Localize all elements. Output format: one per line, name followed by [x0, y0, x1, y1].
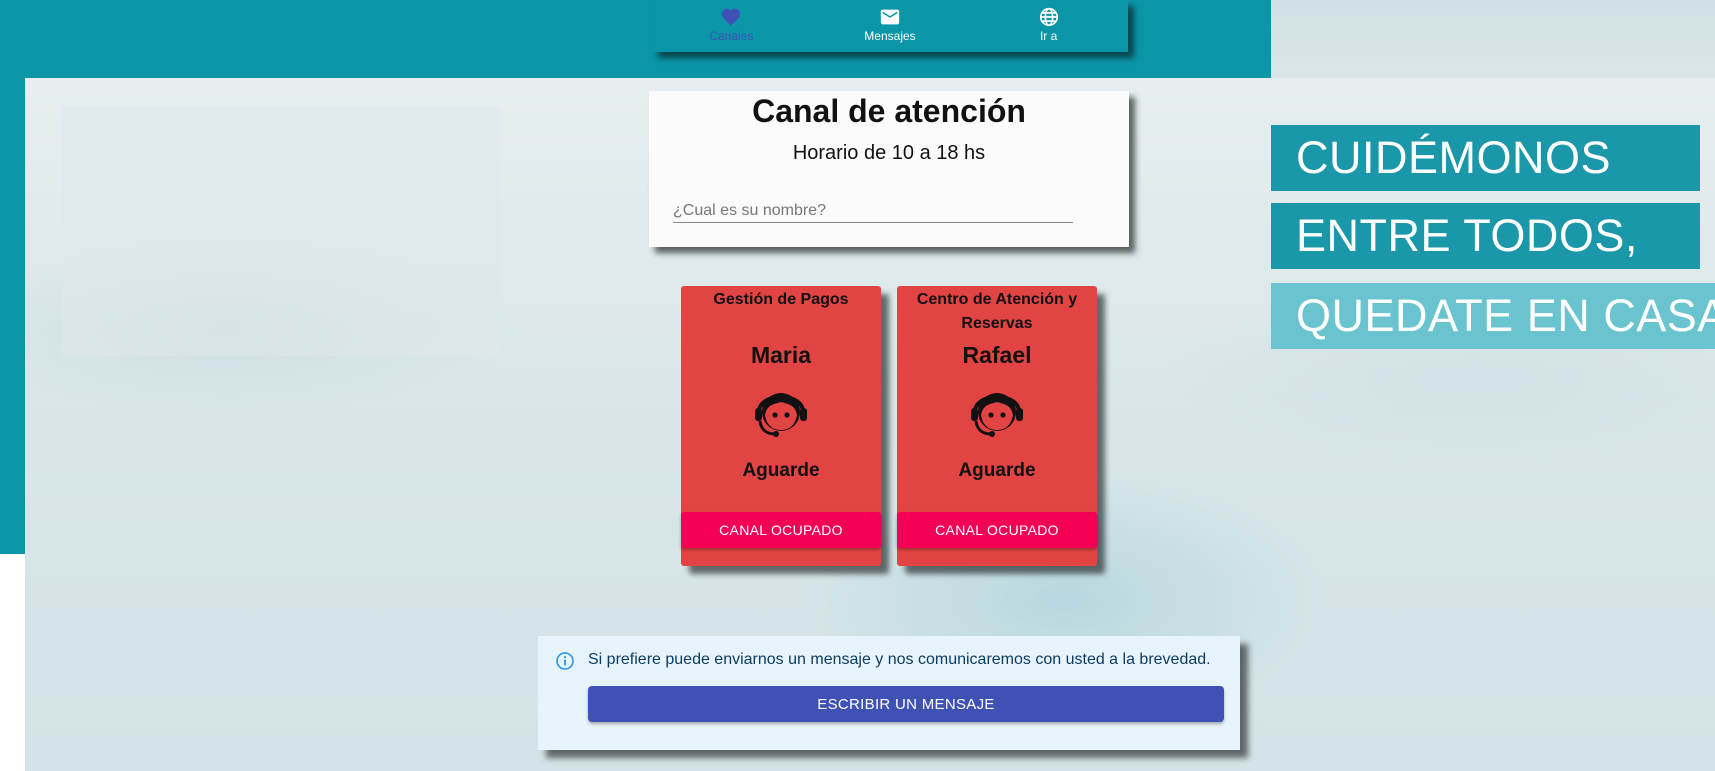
nav-label-ir-a: Ir a [1039, 29, 1058, 43]
agent-card: Centro de Atención y Reservas Rafael Agu… [897, 286, 1097, 566]
agent-department: Gestión de Pagos [713, 291, 849, 308]
agent-department: Centro de Atención y Reservas [916, 291, 1078, 332]
nav-label-canales: Canales [709, 29, 754, 43]
nav-item-canales[interactable]: Canales [671, 6, 791, 43]
agent-status: Aguarde [742, 460, 820, 481]
top-navigation: Canales Mensajes Ir a [652, 0, 1128, 52]
agent-name: Rafael [962, 342, 1032, 368]
faded-panel [62, 106, 500, 356]
banner-line-2: ENTRE TODOS, [1271, 203, 1700, 269]
write-message-button[interactable]: ESCRIBIR UN MENSAJE [588, 686, 1224, 722]
nav-item-mensajes[interactable]: Mensajes [830, 6, 950, 43]
agent-status: Aguarde [958, 460, 1036, 481]
mail-icon [880, 9, 900, 25]
left-accent-bar [0, 0, 25, 554]
page-title: Canal de atención [752, 93, 1026, 129]
banner-background-top [1271, 0, 1715, 78]
support-agent-icon [755, 393, 807, 437]
schedule-text: Horario de 10 a 18 hs [792, 142, 986, 164]
alert-message: Si prefiere puede enviarnos un mensaje y… [588, 651, 1211, 668]
info-icon [556, 652, 574, 670]
agent-card: Gestión de Pagos Maria Aguarde CANAL OCU… [681, 286, 881, 566]
banner-line-1: CUIDÉMONOS [1271, 125, 1700, 191]
globe-icon [1039, 7, 1058, 27]
agent-name: Maria [750, 342, 812, 368]
heart-icon [722, 8, 741, 26]
channel-busy-button[interactable]: CANAL OCUPADO [897, 512, 1097, 548]
channel-busy-button[interactable]: CANAL OCUPADO [681, 512, 881, 548]
support-agent-icon [971, 393, 1023, 437]
name-input[interactable] [673, 199, 1073, 223]
nav-item-ir-a[interactable]: Ir a [989, 6, 1109, 43]
nav-label-mensajes: Mensajes [864, 29, 916, 43]
banner-line-3: QUEDATE EN CASA [1271, 283, 1715, 349]
info-alert: Si prefiere puede enviarnos un mensaje y… [538, 636, 1240, 750]
channel-card: Canal de atención Horario de 10 a 18 hs [649, 91, 1129, 247]
